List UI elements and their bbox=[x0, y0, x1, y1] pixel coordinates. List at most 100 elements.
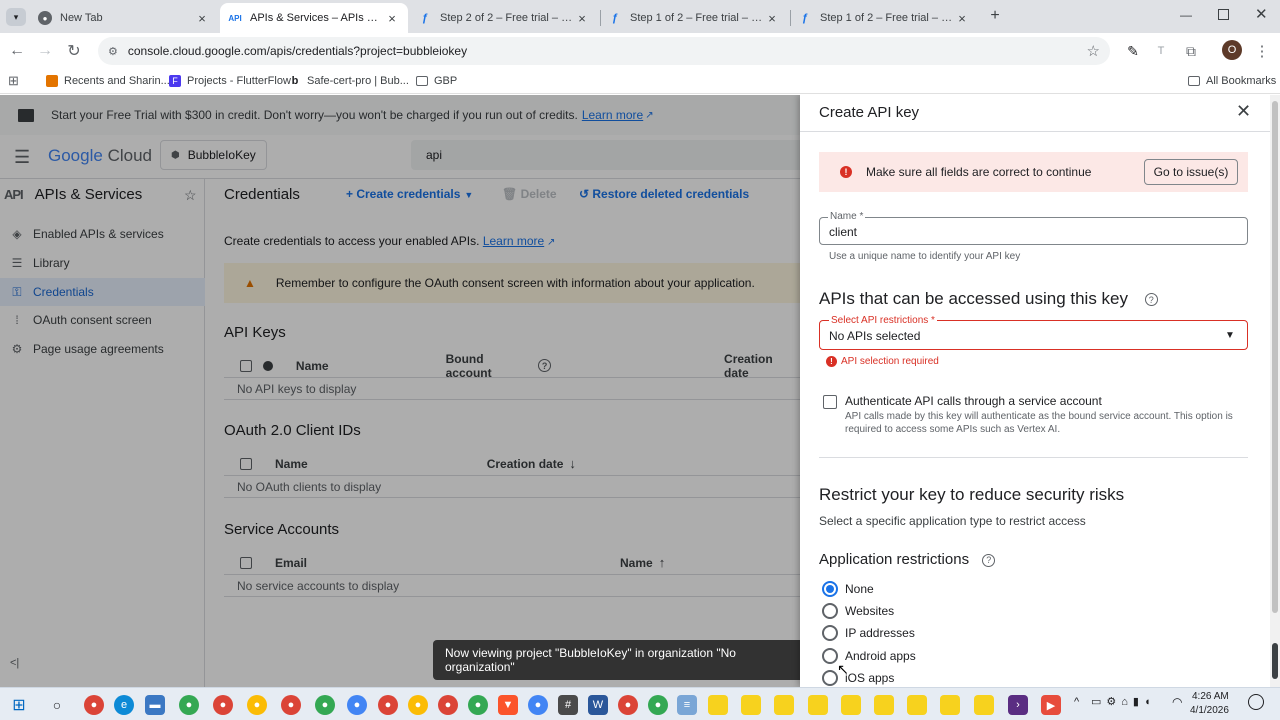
radio-none[interactable] bbox=[822, 581, 838, 597]
search-icon[interactable]: ○ bbox=[47, 695, 67, 715]
sticky-notes-icon[interactable] bbox=[708, 695, 728, 715]
close-panel-icon[interactable]: ✕ bbox=[1236, 101, 1251, 122]
scrollbar-thumb-lower[interactable] bbox=[1272, 643, 1278, 679]
radio-none-label[interactable]: None bbox=[845, 582, 874, 596]
sticky-notes-icon[interactable] bbox=[741, 695, 761, 715]
help-icon[interactable]: ? bbox=[982, 553, 996, 567]
forward-icon[interactable]: → bbox=[34, 40, 56, 62]
bookmark-flutterflow[interactable]: F Projects - FlutterFlow bbox=[169, 72, 291, 90]
extension-t-icon[interactable]: T bbox=[1150, 40, 1172, 62]
radio-ios-apps-label[interactable]: iOS apps bbox=[845, 671, 894, 685]
sticky-notes-icon[interactable] bbox=[841, 695, 861, 715]
modal-scrim[interactable] bbox=[0, 95, 800, 687]
terminal-icon[interactable]: › bbox=[1008, 695, 1028, 715]
chrome-icon[interactable]: ● bbox=[618, 695, 638, 715]
apis-heading: APIs that can be accessed using this key… bbox=[819, 289, 1158, 309]
tray-icons[interactable]: ▭⚙⌂▮◖ bbox=[1091, 695, 1156, 708]
extensions-puzzle-icon[interactable]: ⧉ bbox=[1180, 40, 1202, 62]
chrome-icon[interactable]: ● bbox=[347, 695, 367, 715]
sticky-notes-icon[interactable] bbox=[808, 695, 828, 715]
pen-extension-icon[interactable]: ✎ bbox=[1122, 40, 1144, 62]
feather-icon: ƒ bbox=[801, 12, 809, 24]
sticky-notes-icon[interactable] bbox=[874, 695, 894, 715]
api-icon: API bbox=[228, 13, 242, 23]
tray-chevron-icon[interactable]: ^ bbox=[1074, 696, 1079, 708]
radio-websites-label[interactable]: Websites bbox=[845, 604, 894, 618]
minimize-icon[interactable]: — bbox=[1180, 8, 1192, 22]
edge-icon[interactable]: e bbox=[114, 695, 134, 715]
browser-menu-icon[interactable]: ⋮ bbox=[1251, 40, 1273, 62]
radio-ip-addresses-label[interactable]: IP addresses bbox=[845, 626, 915, 640]
tab-step-2[interactable]: ƒ Step 2 of 2 – Free trial – Google × bbox=[410, 3, 598, 33]
chrome-icon[interactable]: ● bbox=[528, 695, 548, 715]
word-icon[interactable]: W bbox=[588, 695, 608, 715]
close-tab-icon[interactable]: × bbox=[384, 11, 400, 26]
help-icon[interactable]: ? bbox=[1144, 293, 1158, 307]
close-tab-icon[interactable]: × bbox=[194, 11, 210, 26]
url-text: console.cloud.google.com/apis/credential… bbox=[127, 44, 468, 58]
service-account-checkbox[interactable] bbox=[823, 395, 837, 409]
radio-ios-apps[interactable] bbox=[822, 670, 838, 686]
clock-date[interactable]: 4/1/2026 bbox=[1190, 705, 1229, 716]
chrome-icon[interactable]: ● bbox=[378, 695, 398, 715]
close-tab-icon[interactable]: × bbox=[764, 11, 780, 26]
chrome-icon[interactable]: ● bbox=[281, 695, 301, 715]
site-info-icon[interactable]: ⚙ bbox=[108, 45, 118, 58]
chrome-icon[interactable]: ● bbox=[315, 695, 335, 715]
bookmark-safe-cert[interactable]: b Safe-cert-pro | Bub... bbox=[289, 72, 409, 90]
calculator-icon[interactable]: # bbox=[558, 695, 578, 715]
chrome-icon[interactable]: ● bbox=[179, 695, 199, 715]
apps-grid-icon[interactable]: ⊞ bbox=[8, 72, 19, 90]
name-field[interactable] bbox=[819, 217, 1248, 245]
close-tab-icon[interactable]: × bbox=[574, 11, 590, 26]
tab-new-tab[interactable]: ● New Tab × bbox=[30, 3, 218, 33]
file-explorer-icon[interactable]: ▬ bbox=[145, 695, 165, 715]
bookmark-gbp[interactable]: GBP bbox=[416, 72, 457, 90]
notepad-icon[interactable]: ≡ bbox=[677, 695, 697, 715]
close-window-icon[interactable]: ✕ bbox=[1255, 5, 1268, 23]
sticky-notes-icon[interactable] bbox=[774, 695, 794, 715]
chrome-icon[interactable]: ● bbox=[648, 695, 668, 715]
api-restrictions-value: No APIs selected bbox=[829, 329, 921, 343]
clock-time[interactable]: 4:26 AM bbox=[1192, 691, 1229, 702]
bookmark-favicon-icon bbox=[46, 75, 58, 87]
tab-apis-services[interactable]: API APIs & Services – APIs & Servic × bbox=[220, 3, 408, 33]
service-account-label[interactable]: Authenticate API calls through a service… bbox=[845, 394, 1102, 408]
tab-search-button[interactable]: ▾ bbox=[6, 8, 26, 26]
chrome-icon[interactable]: ● bbox=[84, 695, 104, 715]
all-bookmarks[interactable]: All Bookmarks bbox=[1188, 72, 1276, 90]
radio-ip-addresses[interactable] bbox=[822, 625, 838, 641]
go-to-issues-button[interactable]: Go to issue(s) bbox=[1144, 159, 1238, 185]
chrome-icon[interactable]: ● bbox=[468, 695, 488, 715]
tab-step-1a[interactable]: ƒ Step 1 of 2 – Free trial – Google × bbox=[600, 3, 788, 33]
radio-android-apps-label[interactable]: Android apps bbox=[845, 649, 916, 663]
media-icon[interactable]: ▶ bbox=[1041, 695, 1061, 715]
notification-icon[interactable] bbox=[1248, 694, 1264, 710]
address-bar[interactable]: ⚙ console.cloud.google.com/apis/credenti… bbox=[98, 37, 1110, 65]
maximize-icon[interactable] bbox=[1218, 9, 1229, 20]
sticky-notes-icon[interactable] bbox=[907, 695, 927, 715]
close-tab-icon[interactable]: × bbox=[954, 11, 970, 26]
brave-icon[interactable]: ▼ bbox=[498, 695, 518, 715]
chrome-icon[interactable]: ● bbox=[438, 695, 458, 715]
chrome-icon[interactable]: ● bbox=[213, 695, 233, 715]
name-field-value[interactable]: client bbox=[829, 225, 857, 239]
dropdown-arrow-icon[interactable]: ▼ bbox=[1225, 330, 1235, 341]
chrome-icon[interactable]: ● bbox=[247, 695, 267, 715]
bookmark-recents[interactable]: Recents and Sharin... bbox=[46, 72, 170, 90]
chrome-icon[interactable]: ● bbox=[408, 695, 428, 715]
profile-avatar[interactable]: O bbox=[1222, 40, 1242, 60]
scrollbar-thumb[interactable] bbox=[1272, 101, 1278, 613]
back-icon[interactable]: ← bbox=[6, 40, 28, 62]
panel-scrollbar[interactable] bbox=[1270, 95, 1280, 687]
wifi-icon[interactable]: ◠ bbox=[1172, 695, 1182, 709]
tab-step-1b[interactable]: ƒ Step 1 of 2 – Free trial – Google × bbox=[790, 3, 978, 33]
windows-start-icon[interactable]: ⊞ bbox=[9, 695, 29, 715]
sticky-notes-icon[interactable] bbox=[940, 695, 960, 715]
radio-websites[interactable] bbox=[822, 603, 838, 619]
reload-icon[interactable]: ↻ bbox=[63, 40, 85, 62]
sticky-notes-icon[interactable] bbox=[974, 695, 994, 715]
bookmark-star-icon[interactable]: ☆ bbox=[1087, 42, 1100, 60]
radio-android-apps[interactable] bbox=[822, 648, 838, 664]
new-tab-button[interactable]: + bbox=[986, 7, 1004, 25]
